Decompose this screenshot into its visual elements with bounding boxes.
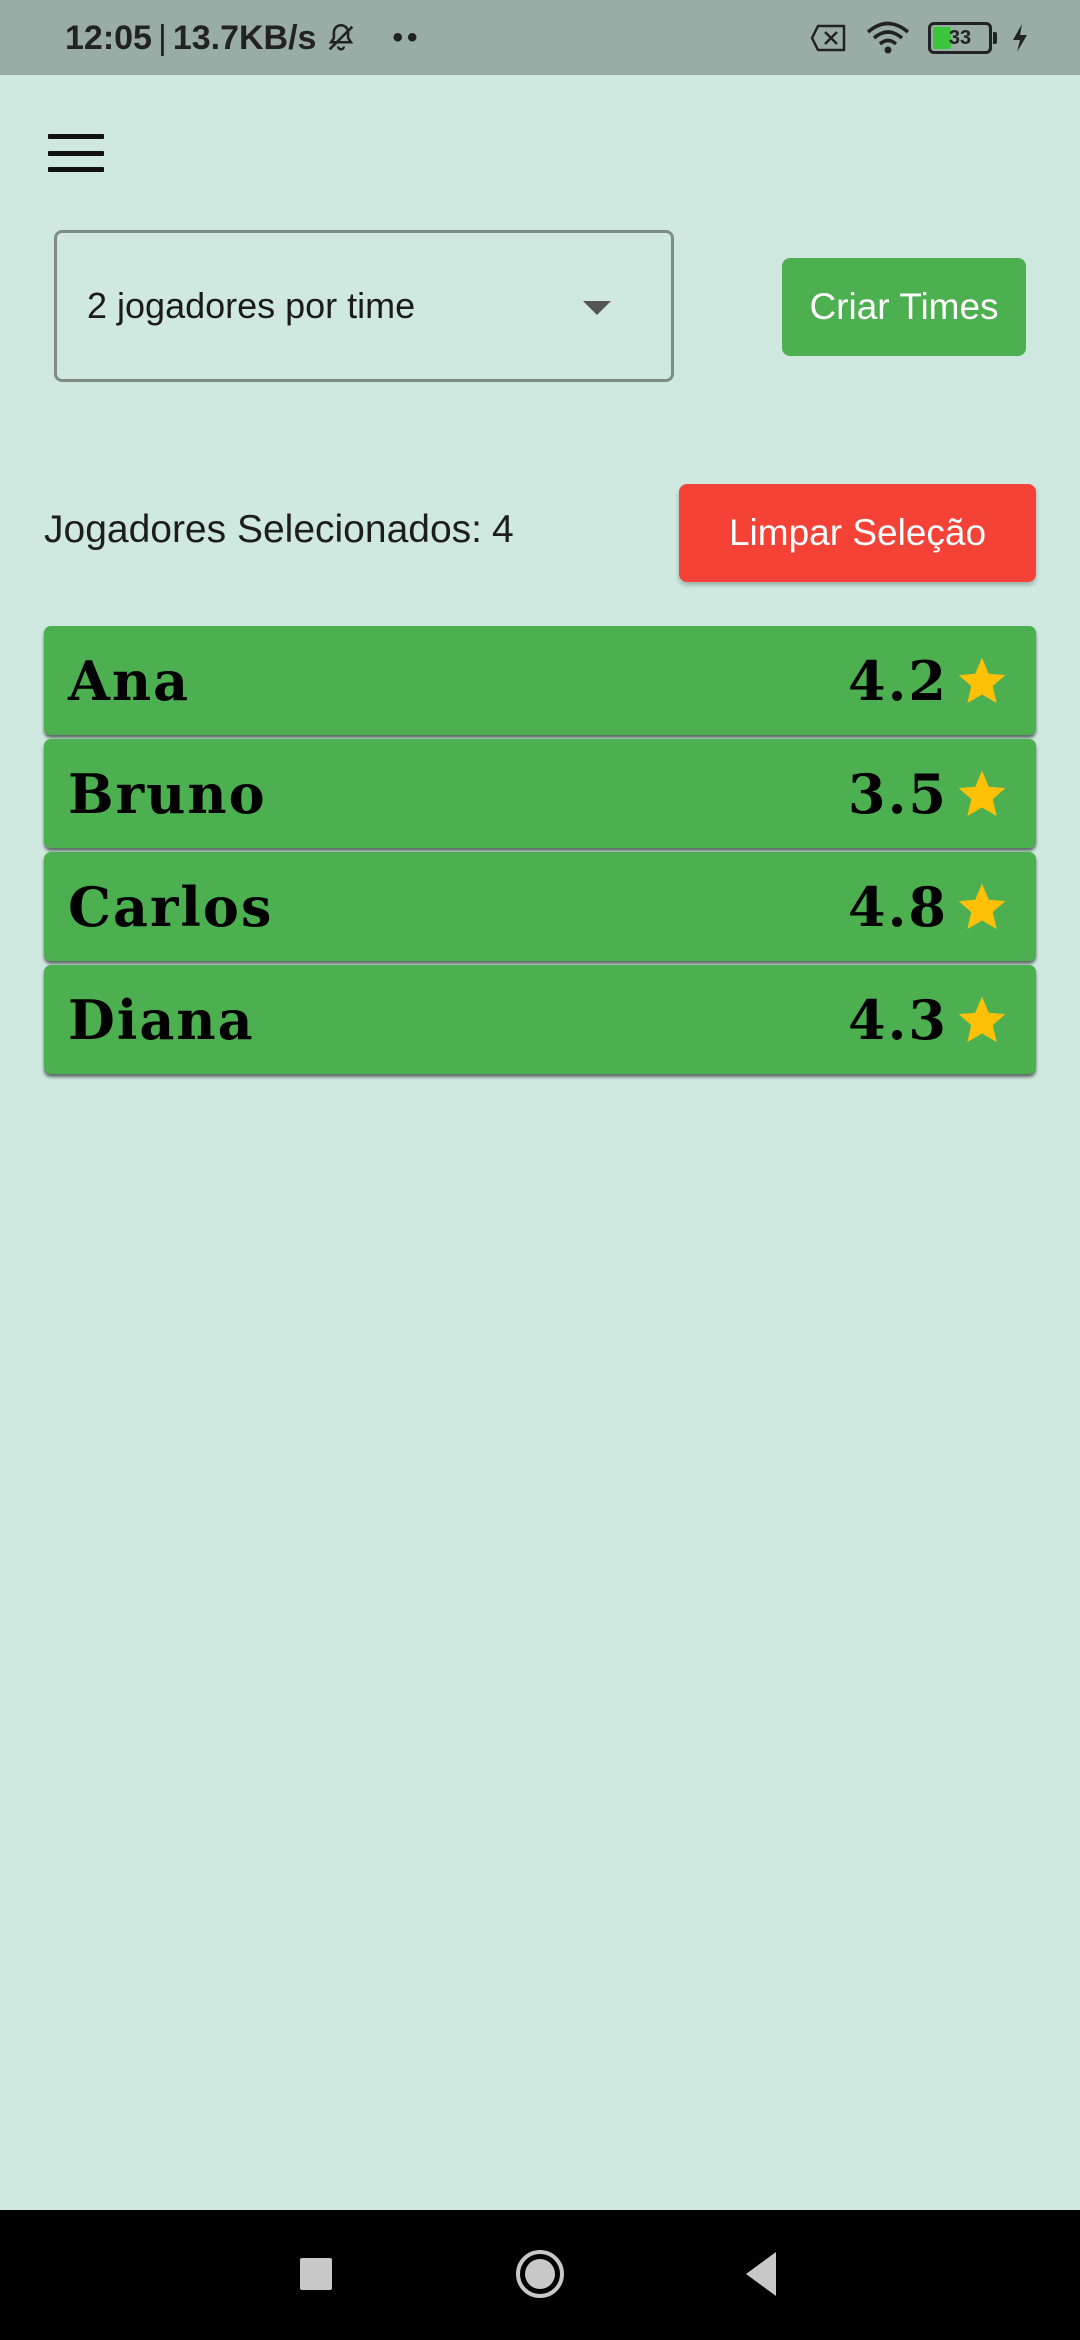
status-left: 12:05 | 13.7KB/s •• bbox=[65, 18, 422, 57]
player-list: Ana 4.2 Bruno 3.5 Carlos 4.8 Diana 4.3 bbox=[44, 626, 1036, 1078]
notification-dots: •• bbox=[392, 21, 422, 54]
player-rating: 4.3 bbox=[848, 988, 1010, 1052]
home-icon[interactable] bbox=[514, 2248, 566, 2300]
battery-cap bbox=[993, 32, 997, 44]
rating-value: 4.2 bbox=[848, 648, 948, 713]
menu-bar-middle bbox=[48, 150, 104, 156]
sim-off-icon bbox=[810, 24, 846, 52]
menu-bar-bottom bbox=[48, 167, 104, 172]
battery-icon: 33 bbox=[928, 22, 997, 54]
player-name: Carlos bbox=[68, 874, 274, 939]
charging-icon bbox=[1013, 24, 1027, 52]
recent-apps-icon[interactable] bbox=[300, 2258, 332, 2290]
chevron-down-icon bbox=[583, 301, 611, 315]
player-rating: 4.8 bbox=[848, 875, 1010, 939]
player-rating: 3.5 bbox=[848, 762, 1010, 826]
menu-bar-top bbox=[48, 134, 104, 139]
bell-muted-icon bbox=[329, 23, 354, 51]
player-item-diana[interactable]: Diana 4.3 bbox=[44, 965, 1036, 1074]
system-nav-bar bbox=[0, 2210, 1080, 2340]
star-icon bbox=[958, 770, 1006, 816]
create-teams-button[interactable]: Criar Times bbox=[782, 258, 1026, 356]
status-time: 12:05 bbox=[65, 18, 152, 57]
rating-value: 3.5 bbox=[848, 761, 948, 826]
battery-level: 33 bbox=[948, 26, 972, 49]
status-bar: 12:05 | 13.7KB/s •• 33 bbox=[0, 0, 1080, 75]
star-icon bbox=[958, 657, 1006, 703]
status-separator: | bbox=[157, 18, 167, 57]
status-right: 33 bbox=[810, 20, 1030, 56]
hamburger-menu-icon[interactable] bbox=[48, 130, 104, 176]
player-item-carlos[interactable]: Carlos 4.8 bbox=[44, 852, 1036, 961]
clear-selection-button[interactable]: Limpar Seleção bbox=[679, 484, 1036, 582]
wifi-icon bbox=[866, 21, 910, 54]
selected-players-label: Jogadores Selecionados: bbox=[44, 508, 482, 551]
rating-value: 4.3 bbox=[848, 987, 948, 1052]
team-size-dropdown[interactable]: 2 jogadores por time bbox=[54, 230, 674, 382]
back-icon[interactable] bbox=[742, 2248, 780, 2300]
player-item-ana[interactable]: Ana 4.2 bbox=[44, 626, 1036, 735]
network-speed: 13.7KB/s bbox=[172, 18, 317, 57]
player-name: Bruno bbox=[68, 761, 267, 826]
player-item-bruno[interactable]: Bruno 3.5 bbox=[44, 739, 1036, 848]
star-icon bbox=[958, 996, 1006, 1042]
player-rating: 4.2 bbox=[848, 649, 1010, 713]
rating-value: 4.8 bbox=[848, 874, 948, 939]
star-icon bbox=[958, 883, 1006, 929]
selected-players-count: Jogadores Selecionados: 4 bbox=[44, 508, 514, 552]
player-name: Diana bbox=[68, 987, 255, 1052]
team-size-value: 2 jogadores por time bbox=[87, 285, 416, 326]
selected-players-number: 4 bbox=[491, 508, 514, 551]
player-name: Ana bbox=[68, 648, 191, 713]
